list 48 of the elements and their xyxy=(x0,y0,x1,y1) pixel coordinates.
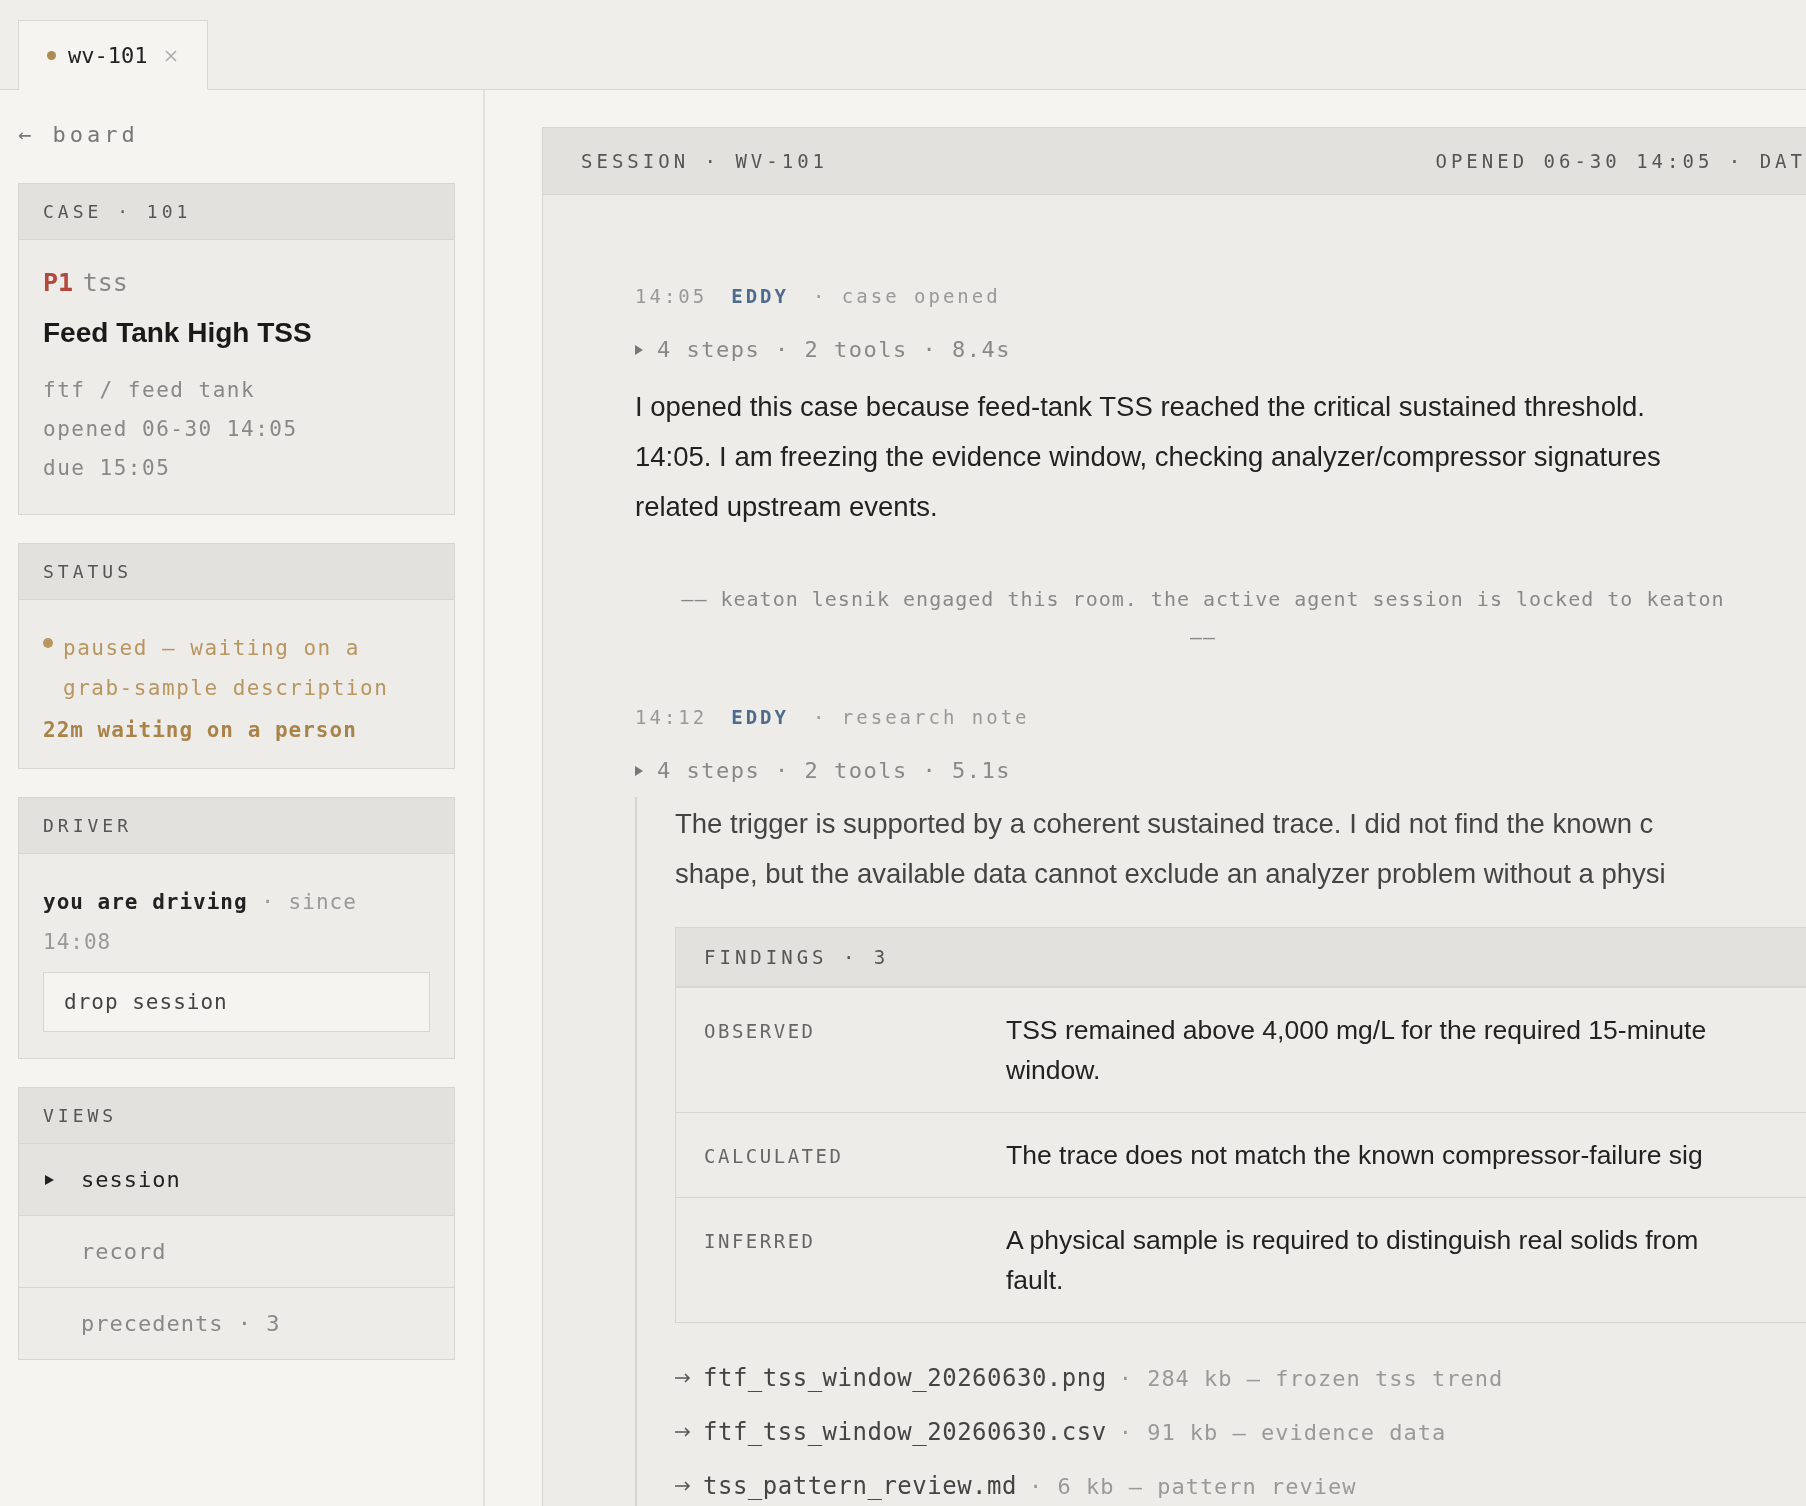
finding-text: The trace does not match the known compressor-failure sig xyxy=(1006,1139,1703,1172)
file-detail: · 91 kb — evidence data xyxy=(1118,1419,1447,1445)
card-header: VIEWS xyxy=(19,1088,454,1144)
priority-label: P1 xyxy=(43,268,74,297)
arrow-icon xyxy=(675,1373,691,1383)
card-header: STATUS xyxy=(19,544,454,600)
card-header: CASE · 101 xyxy=(19,184,454,240)
case-detail: opened 06-30 14:05 xyxy=(43,416,299,443)
case-detail: due 15:05 xyxy=(43,455,172,482)
tab[interactable]: wv-101 xyxy=(18,20,209,90)
finding-text: TSS remained above 4,000 mg/L for the required 15-minute window. xyxy=(1006,1014,1707,1087)
back-link[interactable]: ← board xyxy=(18,122,139,147)
session-opened: OPENED 06-30 14:05 · DAT xyxy=(1435,150,1806,172)
message-time: 14:05 xyxy=(635,285,708,307)
triangle-icon xyxy=(45,1174,54,1185)
finding-type: OBSERVED xyxy=(704,1019,817,1044)
system-note: —— keaton lesnik engaged this room. the active agent session is locked to keaton —— xyxy=(680,586,1726,651)
session-title: SESSION · WV-101 xyxy=(581,150,829,172)
file-detail: · 284 kb — frozen tss trend xyxy=(1118,1365,1504,1391)
author-name: EDDY xyxy=(731,706,789,728)
waiting-text: 22m waiting on a person xyxy=(43,718,358,742)
driver-text: you are driving · since 14:08 xyxy=(43,889,358,956)
category-label: tss xyxy=(82,268,128,297)
view-item[interactable]: session xyxy=(19,1144,454,1215)
event-label: · research note xyxy=(812,706,1030,728)
status-dot-icon xyxy=(43,638,53,648)
file-detail: · 6 kb — pattern review xyxy=(1028,1473,1357,1499)
case-detail: ftf / feed tank xyxy=(43,377,257,404)
message-text: The trigger is supported by a coherent sustained trace. I did not find the known c shape, but the available data cannot exclude an analyzer problem without a physi xyxy=(675,807,1667,891)
card-header: DRIVER xyxy=(19,798,454,854)
event-label: · case opened xyxy=(812,285,1001,307)
arrow-icon xyxy=(675,1427,691,1437)
file-link[interactable]: tss_pattern_review.md xyxy=(703,1472,1017,1500)
file-link[interactable]: ftf_tss_window_20260630.csv xyxy=(703,1418,1107,1446)
message-text: I opened this case because feed-tank TSS reached the critical sustained threshold. 14:05. I am freezing the evidence window, checking analyzer/compressor signatures related upstream events. xyxy=(635,390,1662,524)
author-name: EDDY xyxy=(731,285,789,307)
finding-type: CALCULATED xyxy=(704,1144,845,1169)
case-title: Feed Tank High TSS xyxy=(43,317,313,349)
file-link[interactable]: ftf_tss_window_20260630.png xyxy=(703,1364,1107,1392)
message-time: 14:12 xyxy=(635,706,708,728)
status-dot-icon xyxy=(47,51,56,60)
finding-type: INFERRED xyxy=(704,1229,817,1254)
drop-session-button[interactable]: drop session xyxy=(43,972,430,1032)
close-icon[interactable] xyxy=(165,49,178,62)
status-text: paused — waiting on a grab-sample description xyxy=(63,635,390,702)
arrow-icon xyxy=(675,1481,691,1491)
finding-text: A physical sample is required to distinguish real solids from fault. xyxy=(1006,1224,1699,1297)
findings-header: FINDINGS · 3 xyxy=(676,928,1806,987)
